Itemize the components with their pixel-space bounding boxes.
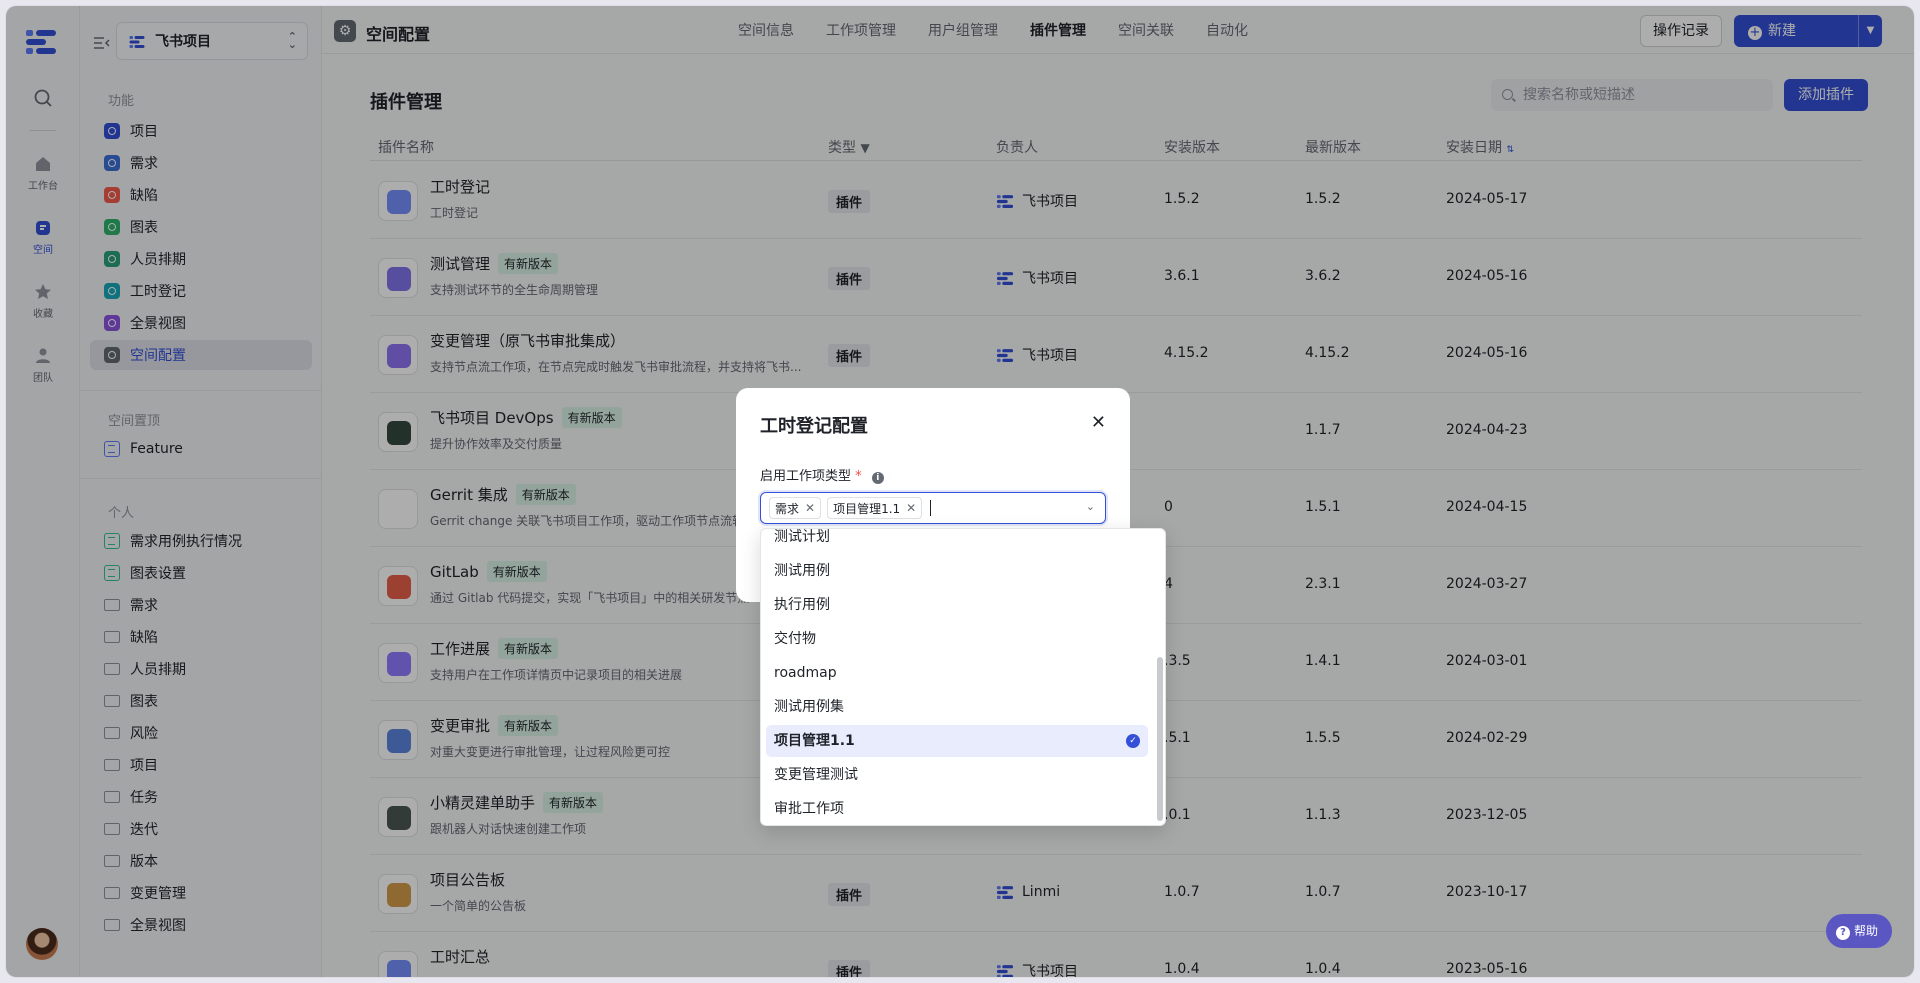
- app-window: 工作台 空间 收藏 团队 飞书项目 ⌃ ⌄ 功能 项目 需求 缺陷 图表 人员排期 工时登记…: [6, 6, 1914, 977]
- dropdown-option[interactable]: 变更管理测试: [766, 759, 1148, 791]
- help-icon: ?: [1836, 926, 1850, 940]
- help-button[interactable]: ? 帮助: [1826, 914, 1892, 948]
- option-label: 测试用例: [774, 563, 830, 579]
- help-label: 帮助: [1854, 924, 1879, 938]
- close-icon[interactable]: ✕: [1091, 412, 1106, 433]
- tag-label: 项目管理1.1: [833, 501, 901, 516]
- text-caret: [930, 500, 932, 516]
- chevron-down-icon[interactable]: ⌄: [1086, 500, 1095, 513]
- remove-tag-icon[interactable]: ✕: [906, 501, 916, 515]
- option-label: roadmap: [774, 665, 837, 681]
- check-icon: ✓: [1126, 734, 1140, 748]
- option-label: 审批工作项: [774, 801, 844, 817]
- modal-title: 工时登记配置: [760, 416, 868, 437]
- option-label: 测试用例集: [774, 699, 844, 715]
- tag-chip: 需求 ✕: [769, 497, 822, 519]
- field-label: 启用工作项类型 * i: [760, 465, 884, 484]
- type-dropdown: 测试计划测试用例执行用例交付物 roadmap 测试用例集项目管理1.1 ✓ 变更管理测…: [760, 528, 1166, 826]
- option-label: 测试计划: [774, 529, 830, 545]
- option-label: 变更管理测试: [774, 767, 858, 783]
- info-icon[interactable]: i: [871, 472, 884, 484]
- tag-label: 需求: [775, 501, 800, 516]
- dropdown-option[interactable]: roadmap: [766, 657, 1148, 689]
- remove-tag-icon[interactable]: ✕: [805, 501, 815, 515]
- option-label: 执行用例: [774, 597, 830, 613]
- field-label-text: 启用工作项类型: [760, 469, 852, 484]
- dropdown-option[interactable]: 执行用例: [766, 589, 1148, 621]
- dropdown-scrollbar[interactable]: [1157, 657, 1163, 821]
- dropdown-option[interactable]: 审批工作项: [766, 793, 1148, 825]
- dropdown-option[interactable]: 测试计划: [766, 529, 1148, 553]
- dropdown-option[interactable]: 项目管理1.1 ✓: [766, 725, 1148, 757]
- option-label: 交付物: [774, 631, 816, 647]
- required-mark: *: [855, 469, 862, 484]
- dropdown-option[interactable]: 测试用例: [766, 555, 1148, 587]
- dropdown-option[interactable]: 测试用例集: [766, 691, 1148, 723]
- dropdown-option[interactable]: 交付物: [766, 623, 1148, 655]
- tag-chip: 项目管理1.1 ✕: [827, 497, 923, 519]
- work-item-type-select[interactable]: 需求 ✕ 项目管理1.1 ✕ ⌄: [760, 492, 1106, 524]
- option-label: 项目管理1.1: [774, 733, 855, 749]
